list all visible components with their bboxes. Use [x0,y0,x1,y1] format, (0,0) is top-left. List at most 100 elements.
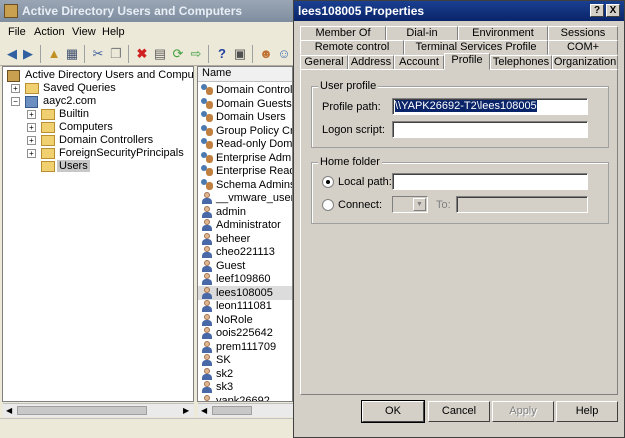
tab-dial-in[interactable]: Dial-in [386,26,458,41]
menu-action[interactable]: Action [34,26,65,38]
tab-telephones[interactable]: Telephones [490,55,552,70]
home-folder-group: Home folder Local path: Connect: ▼ To: [311,156,609,224]
expand-icon[interactable]: + [27,136,36,145]
expand-icon[interactable]: + [27,123,36,132]
list-item[interactable]: leon111081 [198,299,292,313]
list-item-label: leon111081 [216,300,272,312]
local-path-label: Local path: [338,176,392,188]
connect-to-input[interactable] [456,196,588,213]
menu-file[interactable]: File [8,26,26,38]
list-item-label: Group Policy Creato [216,124,292,137]
list-item[interactable]: prem111709 [198,340,292,354]
local-path-input[interactable] [392,173,588,190]
profile-path-input[interactable]: \\YAPK26692-T2\lees108005 [392,98,588,115]
scroll-thumb[interactable] [212,406,252,415]
help-button[interactable]: Help [556,401,618,422]
connect-radio[interactable] [322,199,334,211]
list-item[interactable]: sk3 [198,380,292,394]
tab-member-of[interactable]: Member Of [300,26,386,41]
list-item[interactable]: beheer [198,232,292,246]
tree-item-users[interactable]: Users [5,160,193,173]
cut-icon[interactable]: ✂ [90,46,106,62]
tree-item-foreign-security-principals[interactable]: + ForeignSecurityPrincipals [5,147,193,160]
expand-icon[interactable]: + [27,110,36,119]
tab-profile[interactable]: Profile [444,53,490,70]
list-item[interactable]: Administrator [198,218,292,232]
tab-account[interactable]: Account [394,55,444,70]
cancel-button[interactable]: Cancel [428,401,490,422]
dialog-close-button[interactable]: X [606,4,620,17]
list-item[interactable]: leef109860 [198,272,292,286]
tree-item-computers[interactable]: + Computers [5,121,193,134]
tree-item-domain-controllers[interactable]: + Domain Controllers [5,134,193,147]
list-item[interactable]: lees108005 [198,285,292,300]
list-horizontal-scrollbar[interactable]: ◀ [198,403,293,417]
export-icon[interactable]: ⇨ [188,46,204,62]
expand-icon[interactable]: + [11,84,20,93]
list-item[interactable]: Domain Users [198,110,292,124]
new-group-icon[interactable]: ☺ [276,46,292,62]
logon-script-input[interactable] [392,121,588,138]
scroll-left-icon[interactable]: ◀ [201,406,207,415]
scroll-thumb[interactable] [17,406,147,415]
back-icon[interactable]: ◀ [4,46,20,62]
menu-help[interactable]: Help [102,26,125,38]
drive-letter-combo[interactable]: ▼ [392,196,428,213]
tree-item-domain[interactable]: − aayc2.com [5,95,193,108]
apply-button[interactable]: Apply [492,401,554,422]
delete-icon[interactable]: ✖ [134,46,150,62]
tree-horizontal-scrollbar[interactable]: ◀ ▶ [3,403,194,417]
list-item[interactable]: oois225642 [198,326,292,340]
refresh-icon[interactable]: ⟳ [170,46,186,62]
tab-sessions[interactable]: Sessions [548,26,618,41]
list-item[interactable]: Guest [198,259,292,273]
scroll-left-icon[interactable]: ◀ [6,406,12,415]
tab-address[interactable]: Address [348,55,394,70]
view-icon[interactable]: ▣ [232,46,248,62]
tab-remote-control[interactable]: Remote control [300,40,404,55]
tab-general[interactable]: General [300,55,348,70]
collapse-icon[interactable]: − [11,97,20,106]
tab-organization[interactable]: Organization [552,55,618,70]
list-item[interactable]: Enterprise Read-on [198,164,292,178]
tab-environment[interactable]: Environment [458,26,548,41]
list-item[interactable]: Domain Controllers [198,83,293,97]
list-item[interactable]: yapk26692 [198,394,292,401]
list-item[interactable]: NoRole [198,313,292,327]
dialog-titlebar[interactable]: lees108005 Properties ? X [294,1,624,21]
help-icon[interactable]: ? [214,46,230,62]
list-item[interactable]: Schema Admins [198,178,292,192]
tree-root[interactable]: Active Directory Users and Computers [ya… [5,69,193,82]
menu-view[interactable]: View [72,26,96,38]
list-item-label: Domain Controllers [216,84,293,96]
scroll-right-icon[interactable]: ▶ [183,406,189,415]
group-icon [201,84,213,96]
console-tree-icon[interactable]: ▦ [64,46,80,62]
list-item[interactable]: Domain Guests [198,97,292,111]
copy-icon[interactable]: ❐ [108,46,124,62]
properties-icon[interactable]: ▤ [152,46,168,62]
list-item[interactable]: Read-only Domain C [198,137,292,151]
tab-row-3: General Address Account Profile Telephon… [300,53,618,70]
tab-com-plus[interactable]: COM+ [548,40,618,55]
list-item[interactable]: SK [198,353,292,367]
tree-item-builtin[interactable]: + Builtin [5,108,193,121]
list-item[interactable]: sk2 [198,367,292,381]
chevron-down-icon[interactable]: ▼ [413,198,426,211]
expand-icon[interactable]: + [27,149,36,158]
list-item[interactable]: cheo221113 [198,245,292,259]
list-item[interactable]: __vmware_user__ [198,191,292,205]
forward-icon[interactable]: ▶ [20,46,36,62]
list-item-label: Domain Users [216,111,286,123]
new-user-icon[interactable]: ☻ [258,46,274,62]
list-item[interactable]: admin [198,205,292,219]
list-item[interactable]: Enterprise Admins [198,151,292,165]
up-folder-icon[interactable]: ▲ [46,46,62,62]
local-path-radio[interactable] [322,176,334,188]
tree-item-saved-queries[interactable]: + Saved Queries [5,82,193,95]
list-item[interactable]: Group Policy Creato [198,124,292,138]
tree-item-label: Saved Queries [43,82,116,94]
ok-button[interactable]: OK [361,400,425,423]
dialog-help-button[interactable]: ? [590,4,604,17]
column-header-name[interactable]: Name [198,67,292,82]
